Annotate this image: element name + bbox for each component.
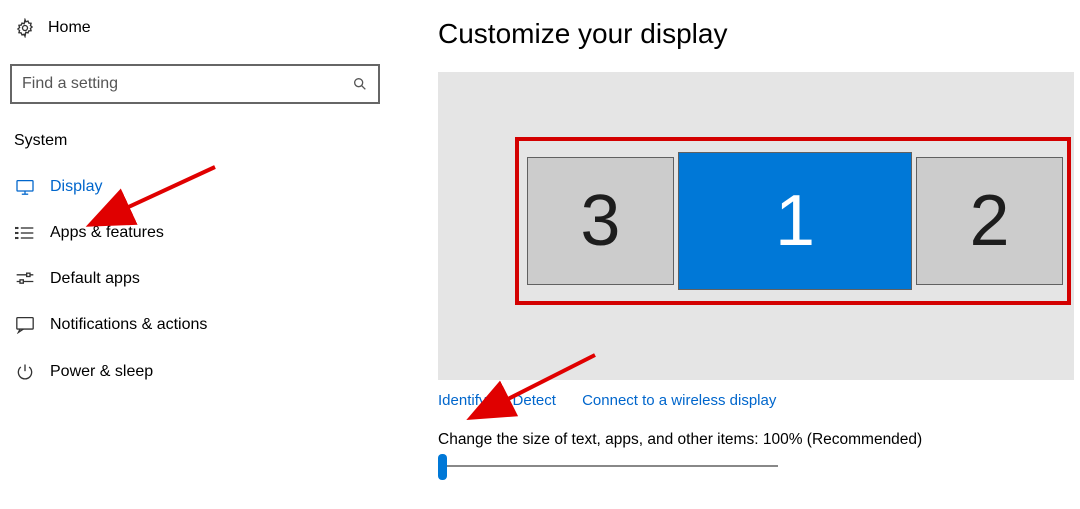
- monitor-tile-1[interactable]: 1: [678, 152, 912, 290]
- home-button[interactable]: Home: [0, 18, 390, 38]
- gear-icon: [14, 18, 36, 38]
- monitor-icon: [14, 179, 36, 195]
- sidebar-item-label: Default apps: [50, 270, 140, 288]
- sidebar-item-power-sleep[interactable]: Power & sleep: [0, 348, 390, 396]
- highlight-box: 3 1 2: [515, 137, 1071, 305]
- monitor-number: 3: [580, 180, 620, 262]
- monitor-number: 2: [970, 180, 1010, 262]
- page-title: Customize your display: [438, 18, 1080, 50]
- search-placeholder: Find a setting: [22, 75, 352, 93]
- sidebar-item-apps-features[interactable]: Apps & features: [0, 210, 390, 256]
- scale-label: Change the size of text, apps, and other…: [438, 431, 1080, 449]
- home-label: Home: [48, 19, 91, 37]
- scale-slider[interactable]: [438, 465, 778, 467]
- sliders-icon: [14, 271, 36, 287]
- monitor-tile-2[interactable]: 2: [916, 157, 1063, 285]
- sidebar-item-display[interactable]: Display: [0, 164, 390, 210]
- monitor-tile-3[interactable]: 3: [527, 157, 674, 285]
- search-input[interactable]: Find a setting: [10, 64, 380, 104]
- monitor-number: 1: [775, 180, 815, 262]
- wireless-display-link[interactable]: Connect to a wireless display: [582, 392, 776, 409]
- list-icon: [14, 225, 36, 241]
- sidebar-item-label: Notifications & actions: [50, 316, 207, 334]
- sidebar-item-label: Apps & features: [50, 224, 164, 242]
- search-icon: [352, 76, 368, 92]
- slider-thumb[interactable]: [438, 454, 447, 480]
- monitor-arrangement-panel[interactable]: 3 1 2: [438, 72, 1074, 380]
- sidebar-item-notifications[interactable]: Notifications & actions: [0, 302, 390, 348]
- detect-link[interactable]: Detect: [513, 392, 556, 409]
- sidebar-item-default-apps[interactable]: Default apps: [0, 256, 390, 302]
- sidebar-item-label: Power & sleep: [50, 363, 153, 381]
- chat-icon: [14, 316, 36, 334]
- section-label: System: [14, 132, 390, 150]
- power-icon: [14, 362, 36, 382]
- identify-link[interactable]: Identify: [438, 392, 486, 409]
- sidebar-item-label: Display: [50, 178, 102, 196]
